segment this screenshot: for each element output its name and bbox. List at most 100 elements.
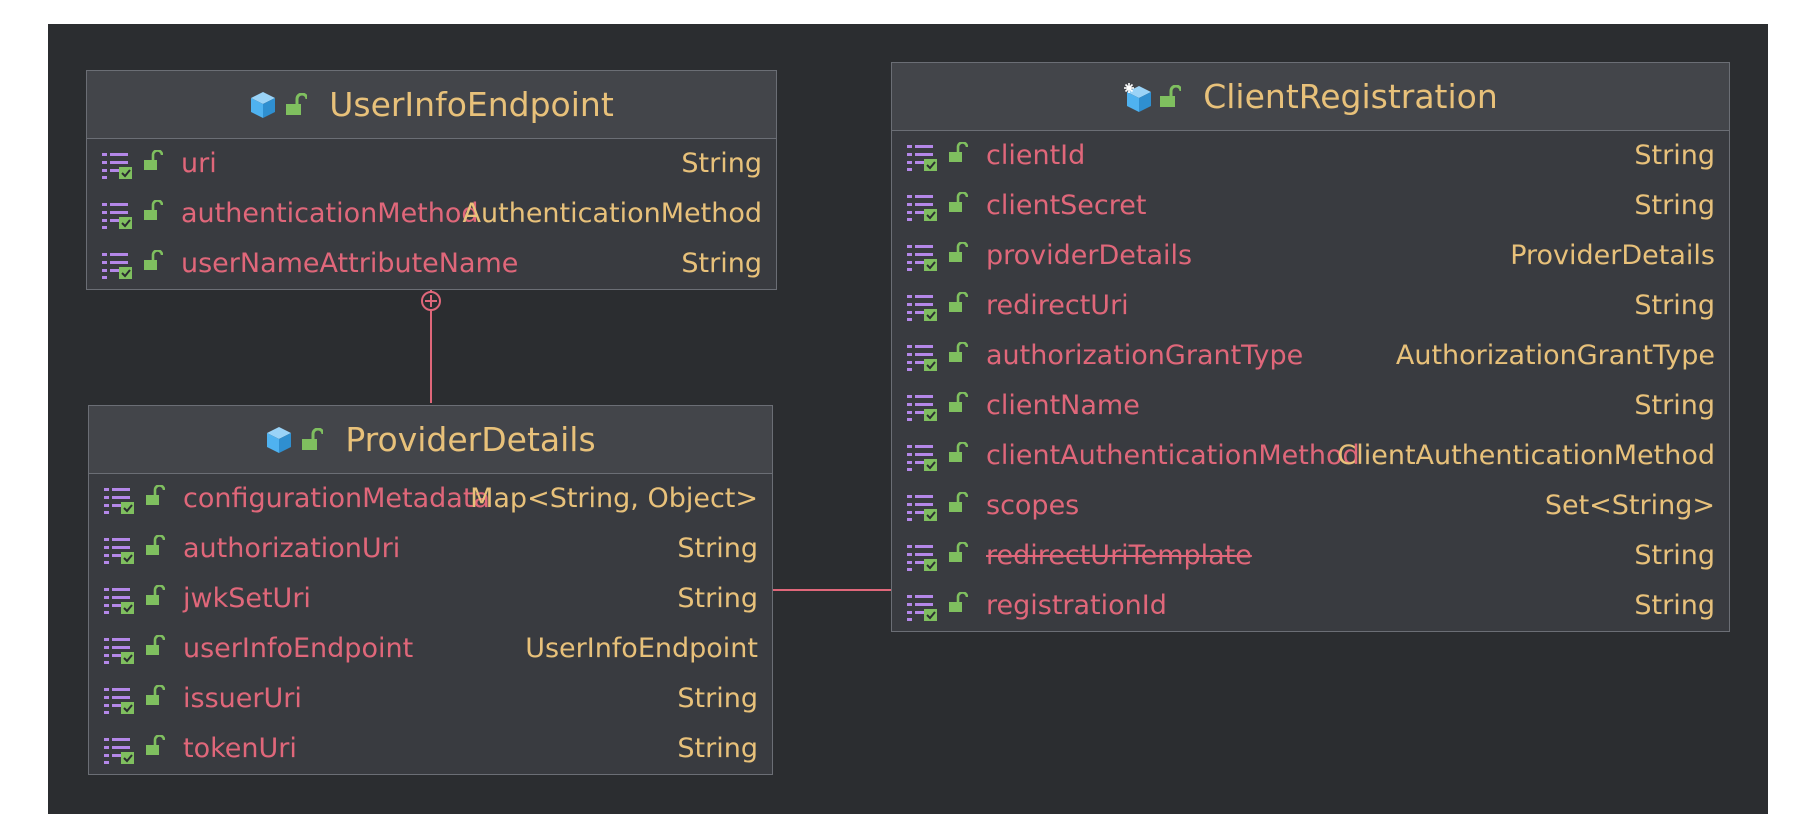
inner-class-circle-plus-icon <box>421 291 441 311</box>
class-header[interactable]: ClientRegistration <box>892 63 1729 131</box>
unlocked-padlock-icon <box>143 250 163 272</box>
unlocked-padlock-icon <box>145 635 165 657</box>
unlocked-padlock-icon <box>948 392 968 414</box>
field-list: clientId String clientSecret String provider… <box>892 131 1729 631</box>
field-row[interactable]: redirectUri String <box>892 281 1729 331</box>
class-box-provider-details[interactable]: ProviderDetails configurationMetadata Map… <box>88 405 773 775</box>
field-row[interactable]: providerDetails ProviderDetails <box>892 231 1729 281</box>
field-row[interactable]: clientSecret String <box>892 181 1729 231</box>
field-name: jwkSetUri <box>183 583 311 614</box>
field-type: String <box>677 683 758 714</box>
field-type: UserInfoEndpoint <box>525 633 758 664</box>
field-row[interactable]: configurationMetadata Map<String, Object> <box>89 474 772 524</box>
field-name: uri <box>181 148 217 179</box>
field-type: ProviderDetails <box>1510 240 1715 271</box>
field-name: issuerUri <box>183 683 302 714</box>
field-list-icon <box>906 242 938 272</box>
field-type: AuthenticationMethod <box>462 198 762 229</box>
field-type: ClientAuthenticationMethod <box>1337 440 1715 471</box>
field-list-icon <box>103 635 135 665</box>
class-header[interactable]: ProviderDetails <box>89 406 772 474</box>
field-type: String <box>1634 190 1715 221</box>
unlocked-padlock-icon <box>948 442 968 464</box>
field-name: tokenUri <box>183 733 297 764</box>
class-box-client-registration[interactable]: ClientRegistration clientId String clientS… <box>891 62 1730 632</box>
connector-user-info-to-provider[interactable] <box>421 280 441 403</box>
field-name: authenticationMethod <box>181 198 479 229</box>
field-type: String <box>677 533 758 564</box>
field-row[interactable]: issuerUri String <box>89 674 772 724</box>
field-row[interactable]: tokenUri String <box>89 724 772 774</box>
field-row[interactable]: scopes Set<String> <box>892 481 1729 531</box>
unlocked-padlock-icon <box>301 427 324 452</box>
field-type: String <box>1634 390 1715 421</box>
field-name: userNameAttributeName <box>181 248 519 279</box>
field-list-icon <box>906 392 938 422</box>
field-type: Set<String> <box>1544 490 1715 521</box>
field-list-icon <box>103 585 135 615</box>
field-list-icon <box>906 292 938 322</box>
field-row[interactable]: clientName String <box>892 381 1729 431</box>
field-name: userInfoEndpoint <box>183 633 414 664</box>
field-name: clientName <box>986 390 1140 421</box>
field-name: authorizationUri <box>183 533 401 564</box>
field-list-icon <box>101 200 133 230</box>
field-list-icon <box>906 542 938 572</box>
field-name: redirectUriTemplate <box>986 540 1252 571</box>
unlocked-padlock-icon <box>948 592 968 614</box>
class-cube-icon <box>249 90 277 120</box>
unlocked-padlock-icon <box>948 242 968 264</box>
field-row[interactable]: authorizationGrantType AuthorizationGrant… <box>892 331 1729 381</box>
field-type: Map<String, Object> <box>470 483 758 514</box>
field-row[interactable]: userInfoEndpoint UserInfoEndpoint <box>89 624 772 674</box>
field-list: uri String authenticationMethod Authenticat… <box>87 139 776 289</box>
field-row[interactable]: authenticationMethod AuthenticationMethod <box>87 189 776 239</box>
field-list: configurationMetadata Map<String, Object>… <box>89 474 772 774</box>
unlocked-padlock-icon <box>948 342 968 364</box>
field-list-icon <box>906 342 938 372</box>
field-name: redirectUri <box>986 290 1129 321</box>
field-name: registrationId <box>986 590 1167 621</box>
field-row[interactable]: clientId String <box>892 131 1729 181</box>
field-list-icon <box>103 685 135 715</box>
field-type: String <box>1634 590 1715 621</box>
unlocked-padlock-icon <box>948 492 968 514</box>
unlocked-padlock-icon <box>145 485 165 507</box>
field-type: String <box>1634 540 1715 571</box>
field-row[interactable]: registrationId String <box>892 581 1729 631</box>
field-row[interactable]: redirectUriTemplate String <box>892 531 1729 581</box>
field-type: String <box>677 733 758 764</box>
field-list-icon <box>103 735 135 765</box>
class-name: UserInfoEndpoint <box>329 85 614 124</box>
field-type: AuthorizationGrantType <box>1395 340 1715 371</box>
field-name: clientAuthenticationMethod <box>986 440 1360 471</box>
class-box-user-info-endpoint[interactable]: UserInfoEndpoint uri String authentication… <box>86 70 777 290</box>
unlocked-padlock-icon <box>143 150 163 172</box>
unlocked-padlock-icon <box>1159 84 1182 109</box>
unlocked-padlock-icon <box>285 92 308 117</box>
diagram-canvas: UserInfoEndpoint uri String authentication… <box>48 24 1768 814</box>
unlocked-padlock-icon <box>948 542 968 564</box>
class-name: ProviderDetails <box>345 420 596 459</box>
field-row[interactable]: jwkSetUri String <box>89 574 772 624</box>
field-type: String <box>677 583 758 614</box>
field-type: String <box>681 248 762 279</box>
class-cube-star-icon <box>1123 82 1152 112</box>
field-list-icon <box>101 250 133 280</box>
field-type: String <box>1634 140 1715 171</box>
field-list-icon <box>906 592 938 622</box>
field-row[interactable]: authorizationUri String <box>89 524 772 574</box>
field-name: clientId <box>986 140 1086 171</box>
class-header[interactable]: UserInfoEndpoint <box>87 71 776 139</box>
field-row[interactable]: userNameAttributeName String <box>87 239 776 289</box>
field-list-icon <box>906 492 938 522</box>
field-row[interactable]: clientAuthenticationMethod ClientAuthenti… <box>892 431 1729 481</box>
field-row[interactable]: uri String <box>87 139 776 189</box>
field-list-icon <box>103 485 135 515</box>
field-list-icon <box>101 150 133 180</box>
class-name: ClientRegistration <box>1203 77 1498 116</box>
unlocked-padlock-icon <box>948 142 968 164</box>
field-list-icon <box>906 442 938 472</box>
field-list-icon <box>906 192 938 222</box>
field-name: providerDetails <box>986 240 1193 271</box>
